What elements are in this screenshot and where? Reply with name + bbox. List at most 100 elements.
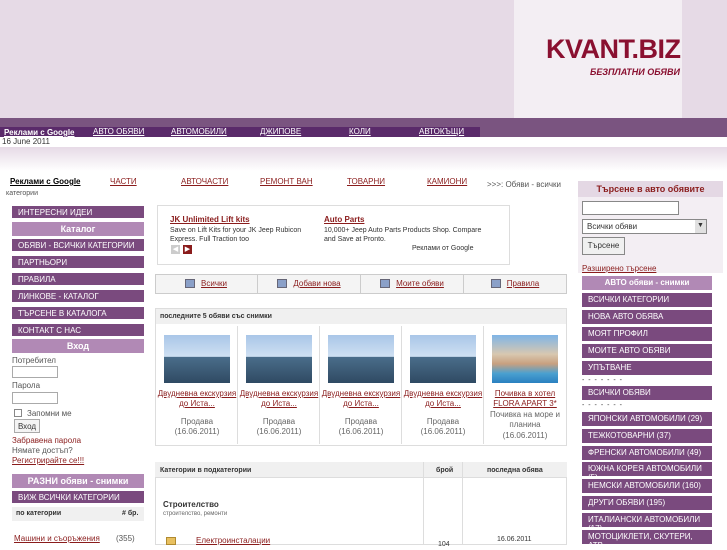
- nav-link-parts[interactable]: ЧАСТИ: [110, 177, 137, 186]
- search-input[interactable]: [582, 201, 679, 215]
- ad-card-date: (16.06.2011): [420, 427, 466, 436]
- ads-select[interactable]: Всички обяви: [582, 219, 707, 234]
- nav-link-lorries[interactable]: КАМИОНИ: [427, 177, 467, 186]
- password-label: Парола: [12, 381, 41, 390]
- nav-link-van-repair[interactable]: РЕМОНТ ВАН: [260, 177, 313, 186]
- category-korean[interactable]: ЮЖНА КОРЕЯ АВТОМОБИЛИ (5): [582, 462, 712, 482]
- right-menu-all-ads[interactable]: ВСИЧКИ ОБЯВИ: [582, 386, 712, 400]
- site-logo[interactable]: KVANT.BIZ: [546, 34, 681, 65]
- login-button[interactable]: Вход: [14, 419, 40, 433]
- ad-thumbnail[interactable]: [492, 335, 558, 383]
- add-icon: [277, 279, 288, 289]
- ad-next-icon[interactable]: ▶: [183, 245, 192, 254]
- ad-card-date: (16.06.2011): [502, 431, 548, 440]
- header-band: [0, 147, 727, 171]
- category-japanese[interactable]: ЯПОНСКИ АВТОМОБИЛИ (29): [582, 412, 712, 426]
- nav-link-trucks[interactable]: ТОВАРНИ: [347, 177, 385, 186]
- category-german[interactable]: НЕМСКИ АВТОМОБИЛИ (160): [582, 479, 712, 493]
- count-label: # бр.: [122, 510, 139, 517]
- view-all-categories-button[interactable]: ВИЖ ВСИЧКИ КАТЕГОРИИ: [12, 491, 144, 505]
- chevron-down-icon[interactable]: ▼: [695, 220, 706, 233]
- ad-card-title[interactable]: Двудневна екскурзия до Иста...: [156, 389, 238, 409]
- ad-title-1[interactable]: JK Unlimited Lift kits: [170, 215, 250, 224]
- category-count-machines: (355): [116, 534, 135, 543]
- my-ads-icon: [380, 279, 391, 289]
- ad-card-title[interactable]: Двудневна екскурзия до Иста...: [402, 389, 484, 409]
- category-motorcycles[interactable]: МОТОЦИКЛЕТИ, СКУТЕРИ, АТВ: [582, 530, 712, 550]
- menu-partners[interactable]: ПАРТНЬОРИ: [12, 256, 144, 270]
- col-divider: [423, 462, 424, 545]
- tab-all[interactable]: Всички: [155, 274, 258, 294]
- nav-link-autoparts[interactable]: АВТОЧАСТИ: [181, 177, 228, 186]
- col-count: брой: [436, 467, 454, 474]
- ad-thumbnail[interactable]: [246, 335, 312, 383]
- site-tagline: БЕЗПЛАТНИ ОБЯВИ: [590, 67, 680, 77]
- ad-card-type: Продава: [426, 417, 460, 426]
- ad-thumbnail[interactable]: [328, 335, 394, 383]
- ad-card-date: (16.06.2011): [174, 427, 220, 436]
- ad-prev-icon[interactable]: ◀: [171, 245, 180, 254]
- ad-thumbnail[interactable]: [410, 335, 476, 383]
- ad-card-date: (16.06.2011): [256, 427, 302, 436]
- right-menu-new-ad[interactable]: НОВА АВТО ОБЯВА: [582, 310, 712, 324]
- menu-search-catalog[interactable]: ТЪРСЕНЕ В КАТАЛОГА: [12, 307, 144, 321]
- no-access-text: Нямате достъп?: [12, 446, 73, 455]
- category-heavy[interactable]: ТЕЖКОТОВАРНИ (37): [582, 429, 712, 443]
- auto-photos-heading: АВТО обяви - снимки: [582, 276, 712, 290]
- tab-my-ads[interactable]: Моите обяви: [361, 274, 464, 294]
- ad-card-title[interactable]: Почивка в хотел FLORA APART 3*: [484, 389, 566, 409]
- tab-rules[interactable]: Правила: [464, 274, 567, 294]
- menu-links-catalog[interactable]: ЛИНКОВЕ - КАТАЛОГ: [12, 290, 144, 304]
- tab-add-new[interactable]: Добави нова: [258, 274, 361, 294]
- remember-label: Запомни ме: [27, 409, 72, 418]
- ad-card-title[interactable]: Двудневна екскурзия до Иста...: [320, 389, 402, 409]
- username-input[interactable]: [12, 366, 58, 378]
- ad-title-2[interactable]: Auto Parts: [324, 215, 364, 224]
- category-other[interactable]: ДРУГИ ОБЯВИ (195): [582, 496, 712, 510]
- subcategory-link[interactable]: Електроинсталации: [196, 536, 270, 545]
- google-ads-label-2[interactable]: Реклами с Google: [10, 177, 81, 186]
- password-input[interactable]: [12, 392, 58, 404]
- col-divider: [462, 462, 463, 545]
- menu-contact[interactable]: КОНТАКТ С НАС: [12, 324, 144, 338]
- login-heading: Вход: [12, 339, 144, 353]
- right-menu-guide[interactable]: УПЪТВАНЕ: [582, 361, 712, 375]
- category-italian[interactable]: ИТАЛИАНСКИ АВТОМОБИЛИ (17): [582, 513, 712, 533]
- ads-by-google-label[interactable]: Реклами от Google: [412, 245, 474, 252]
- separator-dots: - - - - - - -: [582, 402, 623, 409]
- date-row: [0, 137, 727, 147]
- latest-ads-title: последните 5 обяви със снимки: [160, 313, 272, 320]
- search-button[interactable]: Търсене: [582, 237, 625, 255]
- menu-interesting-ideas[interactable]: ИНТЕРЕСНИ ИДЕИ: [12, 206, 144, 220]
- ad-card-title[interactable]: Двудневна екскурзия до Иста...: [238, 389, 320, 409]
- various-heading: РАЗНИ обяви - снимки: [12, 474, 144, 488]
- category-french[interactable]: ФРЕНСКИ АВТОМОБИЛИ (49): [582, 446, 712, 460]
- menu-rules[interactable]: ПРАВИЛА: [12, 273, 144, 287]
- right-menu-all-categories[interactable]: ВСИЧКИ КАТЕГОРИИ: [582, 293, 712, 307]
- category-link-machines[interactable]: Машини и съоръжения: [14, 534, 100, 543]
- advanced-search-link[interactable]: Разширено търсене: [582, 264, 656, 273]
- ad-card-type: Продава: [344, 417, 378, 426]
- right-menu-my-ads[interactable]: МОИТЕ АВТО ОБЯВИ: [582, 344, 712, 358]
- google-ads-label[interactable]: Реклами с Google: [4, 128, 75, 137]
- top-link-koli[interactable]: КОЛИ: [349, 127, 371, 136]
- breadcrumb: >>>: Обяви - всички: [487, 180, 562, 189]
- forgot-password-link[interactable]: Забравена парола: [12, 436, 81, 445]
- col-categories: Категории в подкатегории: [160, 467, 252, 474]
- top-link-auto-ads[interactable]: АВТО ОБЯВИ: [93, 127, 144, 136]
- ad-card-type: Продава: [262, 417, 296, 426]
- ad-thumbnail[interactable]: [164, 335, 230, 383]
- list-icon: [185, 279, 196, 289]
- col-last-ad: последна обява: [487, 467, 543, 474]
- ad-card-type: Почивка на море и планина: [490, 410, 560, 429]
- top-link-jeeps[interactable]: ДЖИПОВЕ: [260, 127, 301, 136]
- remember-checkbox[interactable]: [14, 409, 22, 417]
- breadcrumb-sub: категории: [6, 190, 38, 197]
- category-group-title[interactable]: Строителство: [163, 500, 219, 509]
- top-link-dealers[interactable]: АВТОКЪЩИ: [419, 127, 464, 136]
- top-link-cars[interactable]: АВТОМОБИЛИ: [171, 127, 227, 136]
- ad-card-date: (16.06.2011): [338, 427, 384, 436]
- menu-all-categories[interactable]: ОБЯВИ - ВСИЧКИ КАТЕГОРИИ: [12, 239, 144, 253]
- right-menu-my-profile[interactable]: МОЯТ ПРОФИЛ: [582, 327, 712, 341]
- register-link[interactable]: Регистрирайте се!!!: [12, 456, 84, 465]
